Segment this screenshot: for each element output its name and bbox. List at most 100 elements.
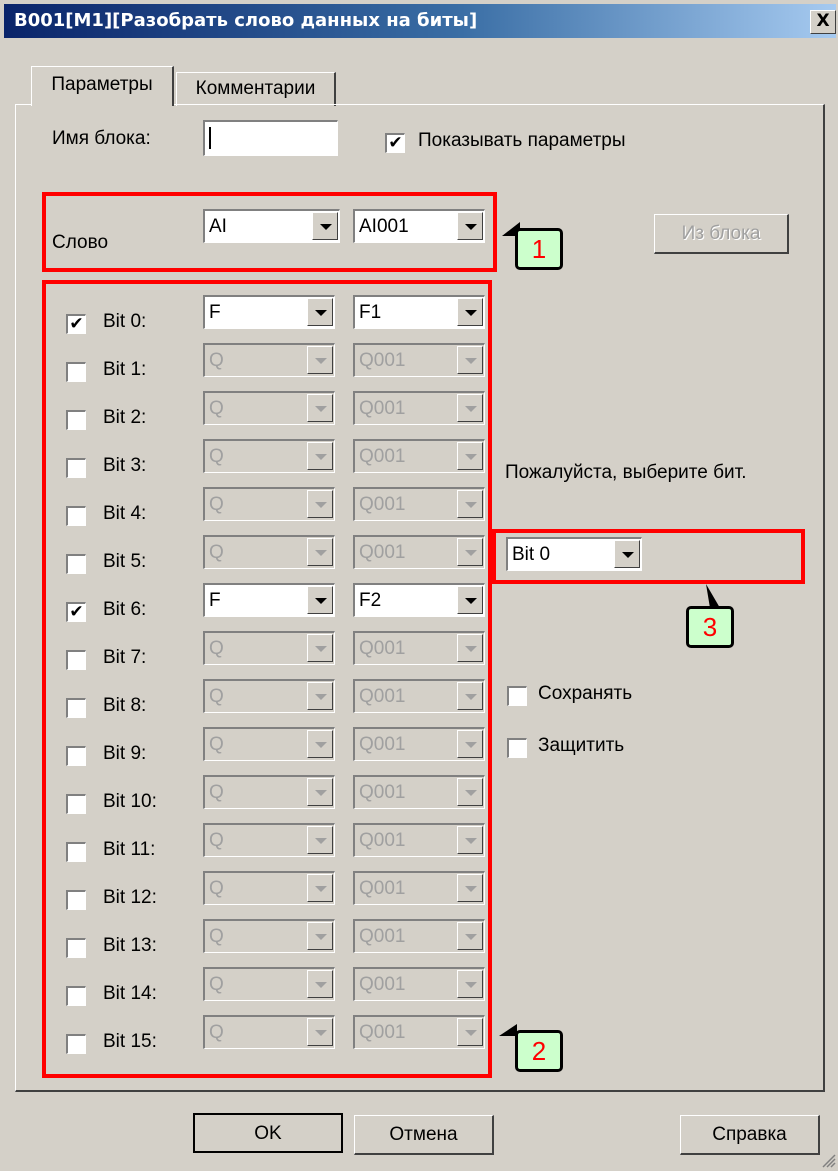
- ok-button[interactable]: OK: [193, 1113, 343, 1153]
- chevron-down-icon[interactable]: [307, 826, 333, 854]
- bit-15-checkbox[interactable]: [66, 1034, 86, 1054]
- chevron-down-icon[interactable]: [307, 490, 333, 518]
- chevron-down-icon[interactable]: [307, 538, 333, 566]
- bit-2-address-select[interactable]: Q001: [353, 391, 485, 425]
- show-params-checkbox[interactable]: ✔: [385, 133, 405, 153]
- bit-4-type-select[interactable]: Q: [203, 487, 335, 521]
- chevron-down-icon[interactable]: [457, 538, 483, 566]
- bit-2-checkbox[interactable]: [66, 410, 86, 430]
- bit-0-checkbox[interactable]: ✔: [66, 314, 86, 334]
- bit-15-type-select[interactable]: Q: [203, 1015, 335, 1049]
- bit-6-checkbox[interactable]: ✔: [66, 602, 86, 622]
- bit-11-checkbox[interactable]: [66, 842, 86, 862]
- tab-parameters[interactable]: Параметры: [31, 66, 174, 106]
- bit-10-type-select[interactable]: Q: [203, 775, 335, 809]
- bit-14-type-select[interactable]: Q: [203, 967, 335, 1001]
- chevron-down-icon[interactable]: [307, 730, 333, 758]
- bit-3-checkbox[interactable]: [66, 458, 86, 478]
- protect-checkbox[interactable]: [507, 738, 527, 758]
- bit-14-address-select[interactable]: Q001: [353, 967, 485, 1001]
- chevron-down-icon[interactable]: [307, 586, 333, 614]
- bit-12-type-select[interactable]: Q: [203, 871, 335, 905]
- title-bar[interactable]: B001[M1][Разобрать слово данных на биты]…: [4, 4, 836, 38]
- bit-3-address-select[interactable]: Q001: [353, 439, 485, 473]
- chevron-down-icon[interactable]: [457, 442, 483, 470]
- chevron-down-icon[interactable]: [457, 298, 483, 326]
- bit-1-type-select[interactable]: Q: [203, 343, 335, 377]
- bit-5-type-select[interactable]: Q: [203, 535, 335, 569]
- bit-5-checkbox[interactable]: [66, 554, 86, 574]
- chevron-down-icon[interactable]: [457, 394, 483, 422]
- word-address-select[interactable]: AI001: [353, 209, 485, 243]
- bit-10-checkbox[interactable]: [66, 794, 86, 814]
- chevron-down-icon[interactable]: [457, 778, 483, 806]
- bit-0-address-select[interactable]: F1: [353, 295, 485, 329]
- bit-3-type-select[interactable]: Q: [203, 439, 335, 473]
- chevron-down-icon[interactable]: [457, 346, 483, 374]
- bit-11-type-select[interactable]: Q: [203, 823, 335, 857]
- bit-11-address-select[interactable]: Q001: [353, 823, 485, 857]
- bit-7-type-select[interactable]: Q: [203, 631, 335, 665]
- chevron-down-icon[interactable]: [307, 346, 333, 374]
- cancel-button[interactable]: Отмена: [354, 1115, 494, 1155]
- bit-13-address-select[interactable]: Q001: [353, 919, 485, 953]
- bit-7-checkbox[interactable]: [66, 650, 86, 670]
- bit-0-type-select[interactable]: F: [203, 295, 335, 329]
- tab-comments[interactable]: Комментарии: [176, 72, 336, 106]
- from-block-button[interactable]: Из блока: [654, 214, 789, 254]
- bit-8-checkbox[interactable]: [66, 698, 86, 718]
- chevron-down-icon[interactable]: [457, 922, 483, 950]
- bit-10-address-select[interactable]: Q001: [353, 775, 485, 809]
- bit-9-checkbox[interactable]: [66, 746, 86, 766]
- chevron-down-icon[interactable]: [307, 922, 333, 950]
- bit-2-type-value: Q: [209, 398, 224, 419]
- bit-4-checkbox[interactable]: [66, 506, 86, 526]
- bit-13-checkbox[interactable]: [66, 938, 86, 958]
- bit-6-address-select[interactable]: F2: [353, 583, 485, 617]
- bit-1-address-select[interactable]: Q001: [353, 343, 485, 377]
- chevron-down-icon[interactable]: [457, 634, 483, 662]
- chevron-down-icon[interactable]: [614, 540, 640, 568]
- chevron-down-icon[interactable]: [307, 682, 333, 710]
- bit-12-address-select[interactable]: Q001: [353, 871, 485, 905]
- bit-5-address-select[interactable]: Q001: [353, 535, 485, 569]
- bit-6-type-select[interactable]: F: [203, 583, 335, 617]
- chevron-down-icon[interactable]: [457, 826, 483, 854]
- bit-8-type-select[interactable]: Q: [203, 679, 335, 713]
- bit-9-address-select[interactable]: Q001: [353, 727, 485, 761]
- select-bit-dropdown[interactable]: Bit 0: [506, 537, 642, 571]
- chevron-down-icon[interactable]: [307, 394, 333, 422]
- chevron-down-icon[interactable]: [307, 874, 333, 902]
- chevron-down-icon[interactable]: [457, 490, 483, 518]
- bit-1-checkbox[interactable]: [66, 362, 86, 382]
- bit-2-type-select[interactable]: Q: [203, 391, 335, 425]
- chevron-down-icon[interactable]: [457, 682, 483, 710]
- chevron-down-icon[interactable]: [307, 778, 333, 806]
- word-type-select[interactable]: AI: [203, 209, 340, 243]
- bit-14-checkbox[interactable]: [66, 986, 86, 1006]
- bit-4-address-select[interactable]: Q001: [353, 487, 485, 521]
- chevron-down-icon[interactable]: [457, 586, 483, 614]
- chevron-down-icon[interactable]: [307, 634, 333, 662]
- bit-9-type-select[interactable]: Q: [203, 727, 335, 761]
- close-button[interactable]: X: [810, 10, 836, 34]
- chevron-down-icon[interactable]: [457, 212, 483, 240]
- block-name-input[interactable]: [203, 120, 338, 156]
- bit-7-address-select[interactable]: Q001: [353, 631, 485, 665]
- chevron-down-icon[interactable]: [457, 970, 483, 998]
- chevron-down-icon[interactable]: [457, 730, 483, 758]
- bit-8-address-select[interactable]: Q001: [353, 679, 485, 713]
- chevron-down-icon[interactable]: [312, 212, 338, 240]
- chevron-down-icon[interactable]: [307, 1018, 333, 1046]
- chevron-down-icon[interactable]: [457, 1018, 483, 1046]
- bit-12-checkbox[interactable]: [66, 890, 86, 910]
- bit-15-address-select[interactable]: Q001: [353, 1015, 485, 1049]
- help-button[interactable]: Справка: [680, 1115, 820, 1155]
- chevron-down-icon[interactable]: [457, 874, 483, 902]
- chevron-down-icon[interactable]: [307, 298, 333, 326]
- retain-checkbox[interactable]: [507, 686, 527, 706]
- size-grip-icon[interactable]: [820, 1152, 836, 1168]
- bit-13-type-select[interactable]: Q: [203, 919, 335, 953]
- chevron-down-icon[interactable]: [307, 970, 333, 998]
- chevron-down-icon[interactable]: [307, 442, 333, 470]
